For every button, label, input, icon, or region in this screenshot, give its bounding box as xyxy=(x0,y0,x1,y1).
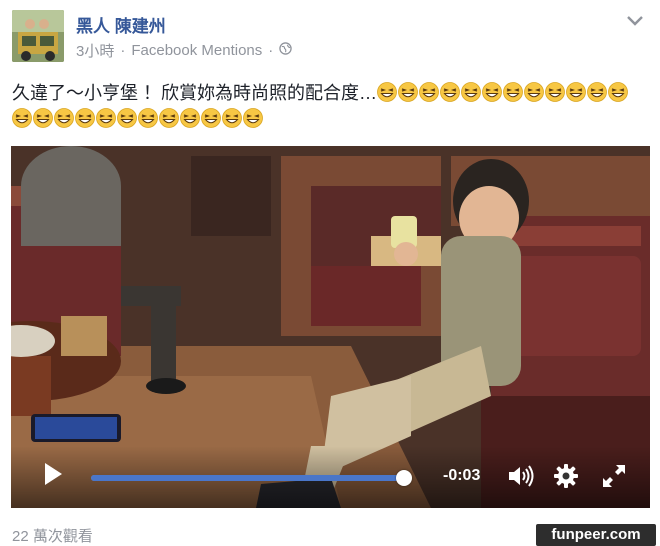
video-controls: -0:03 xyxy=(11,446,650,508)
post-text: 久違了～小亨堡 ！欣賞妳為時尚照的配合度… xyxy=(12,80,648,132)
grinning-squinting-face-icon xyxy=(96,108,116,128)
globe-icon[interactable] xyxy=(279,42,292,59)
gear-icon[interactable] xyxy=(553,463,579,489)
grinning-squinting-face-icon xyxy=(482,82,502,102)
post-source[interactable]: Facebook Mentions xyxy=(131,42,262,59)
grinning-squinting-face-icon xyxy=(180,108,200,128)
grinning-squinting-face-icon xyxy=(33,108,53,128)
post-meta: 3小時 · Facebook Mentions · xyxy=(76,40,292,61)
grinning-squinting-face-icon xyxy=(75,108,95,128)
author-avatar[interactable] xyxy=(12,10,64,62)
fullscreen-icon[interactable] xyxy=(601,463,627,489)
meta-separator: · xyxy=(120,42,126,59)
grinning-squinting-face-icon xyxy=(201,108,221,128)
progress-track[interactable] xyxy=(91,470,412,486)
meta-separator: · xyxy=(268,42,274,59)
progress-handle[interactable] xyxy=(395,470,412,486)
progress-fill xyxy=(91,475,404,481)
grinning-squinting-face-icon xyxy=(419,82,439,102)
grinning-squinting-face-icon xyxy=(461,82,481,102)
grinning-squinting-face-icon xyxy=(159,108,179,128)
author-name[interactable]: 黑人 陳建州 xyxy=(76,12,166,37)
grinning-squinting-face-icon xyxy=(587,82,607,102)
post-message: 久違了～小亨堡 ！欣賞妳為時尚照的配合度… xyxy=(12,83,377,103)
post-time[interactable]: 3小時 xyxy=(76,40,114,61)
watermark: funpeer.com xyxy=(536,524,656,546)
grinning-squinting-face-icon xyxy=(243,108,263,128)
grinning-squinting-face-icon xyxy=(12,108,32,128)
grinning-squinting-face-icon xyxy=(545,82,565,102)
grinning-squinting-face-icon xyxy=(503,82,523,102)
view-count: 22 萬次觀看 xyxy=(12,528,93,545)
grinning-squinting-face-icon xyxy=(440,82,460,102)
grinning-squinting-face-icon xyxy=(222,108,242,128)
grinning-squinting-face-icon xyxy=(54,108,74,128)
grinning-squinting-face-icon xyxy=(398,82,418,102)
grinning-squinting-face-icon xyxy=(377,82,397,102)
grinning-squinting-face-icon xyxy=(608,82,628,102)
volume-icon[interactable] xyxy=(507,464,535,488)
grinning-squinting-face-icon xyxy=(524,82,544,102)
video-player[interactable]: -0:03 xyxy=(11,146,650,508)
chevron-down-icon[interactable] xyxy=(626,14,644,28)
grinning-squinting-face-icon xyxy=(566,82,586,102)
grinning-squinting-face-icon xyxy=(138,108,158,128)
grinning-squinting-face-icon xyxy=(117,108,137,128)
time-remaining: -0:03 xyxy=(443,467,481,484)
play-button[interactable] xyxy=(43,462,63,486)
